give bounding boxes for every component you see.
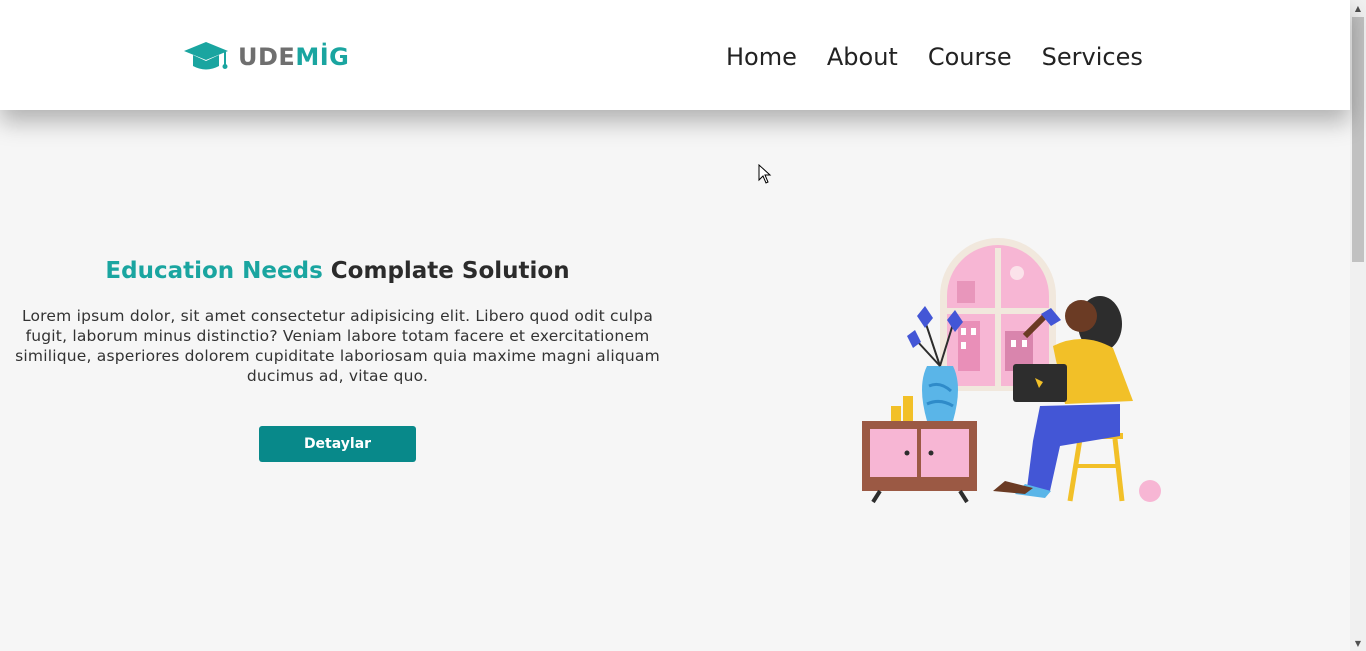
nav-link-home[interactable]: Home [726, 41, 797, 73]
hero-headline: Education Needs Complate Solution [0, 258, 675, 284]
navbar: UDEMİG Home About Course Services [0, 0, 1350, 110]
hero-description: Lorem ipsum dolor, sit amet consectetur … [15, 307, 660, 385]
brand-logo[interactable]: UDEMİG [182, 40, 349, 74]
nav-link-services[interactable]: Services [1042, 41, 1143, 73]
scroll-up-arrow-icon[interactable]: ▲ [1350, 0, 1366, 16]
main-nav: Home About Course Services [726, 41, 1143, 73]
graduation-cap-icon [184, 42, 228, 70]
details-button[interactable]: Detaylar [259, 426, 416, 462]
brand-name-part-1: UDE [238, 43, 296, 71]
headline-rest: Complate Solution [330, 258, 570, 284]
nav-link-about[interactable]: About [827, 41, 898, 73]
vertical-scrollbar[interactable]: ▲ ▼ [1350, 0, 1366, 651]
scroll-down-arrow-icon[interactable]: ▼ [1350, 635, 1366, 651]
hero-section: Education Needs Complate Solution Lorem … [0, 258, 675, 462]
scroll-thumb[interactable] [1352, 17, 1364, 262]
headline-accent: Education Needs [105, 258, 323, 284]
mouse-cursor-icon [758, 164, 772, 184]
hero-illustration [862, 238, 1161, 504]
brand-name: UDEMİG [238, 43, 349, 71]
nav-link-course[interactable]: Course [928, 41, 1012, 73]
brand-name-part-2: MİG [295, 43, 350, 71]
